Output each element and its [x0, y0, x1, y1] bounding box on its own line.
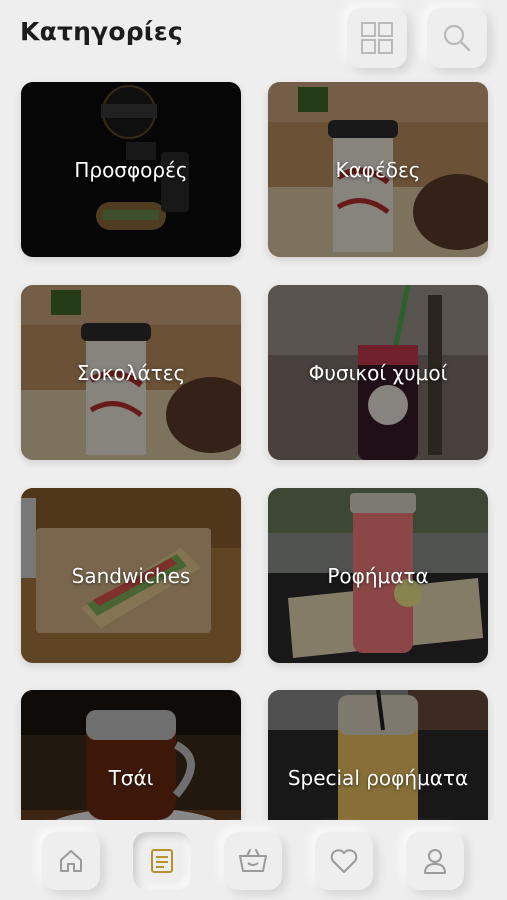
heart-icon	[330, 849, 358, 873]
category-card-beverages[interactable]: Ροφήματα	[268, 488, 488, 663]
nav-profile-button[interactable]	[406, 832, 464, 890]
category-label: Προσφορές	[74, 157, 188, 182]
category-card-natural-juices[interactable]: Φυσικοί χυμοί	[268, 285, 488, 460]
category-label: Φυσικοί χυμοί	[308, 360, 448, 385]
nav-favorites-button[interactable]	[315, 832, 373, 890]
user-icon	[424, 849, 446, 874]
nav-basket-button[interactable]	[224, 832, 282, 890]
category-label: Ροφήματα	[327, 563, 429, 588]
menu-icon	[151, 849, 173, 873]
nav-menu-button[interactable]	[133, 832, 191, 890]
category-card-tea[interactable]: Τσάι	[21, 690, 241, 820]
category-label: Special ροφήματα	[287, 765, 469, 790]
category-label: Σοκολάτες	[76, 360, 186, 385]
category-card-special-beverages[interactable]: Special ροφήματα	[268, 690, 488, 820]
basket-icon	[239, 849, 267, 872]
category-label: Τσάι	[108, 765, 154, 790]
nav-home-button[interactable]	[42, 832, 100, 890]
home-icon	[60, 850, 82, 872]
category-card-chocolates[interactable]: Σοκολάτες	[21, 285, 241, 460]
category-card-sandwiches[interactable]: Sandwiches	[21, 488, 241, 663]
category-label: Καφέδες	[335, 157, 421, 182]
category-grid: Προσφορές Καφέδες Σοκολάτες Φυσικοί χυμο…	[0, 0, 507, 820]
category-card-coffees[interactable]: Καφέδες	[268, 82, 488, 257]
bottom-navigation	[0, 820, 507, 900]
category-label: Sandwiches	[71, 563, 191, 588]
category-card-offers[interactable]: Προσφορές	[21, 82, 241, 257]
